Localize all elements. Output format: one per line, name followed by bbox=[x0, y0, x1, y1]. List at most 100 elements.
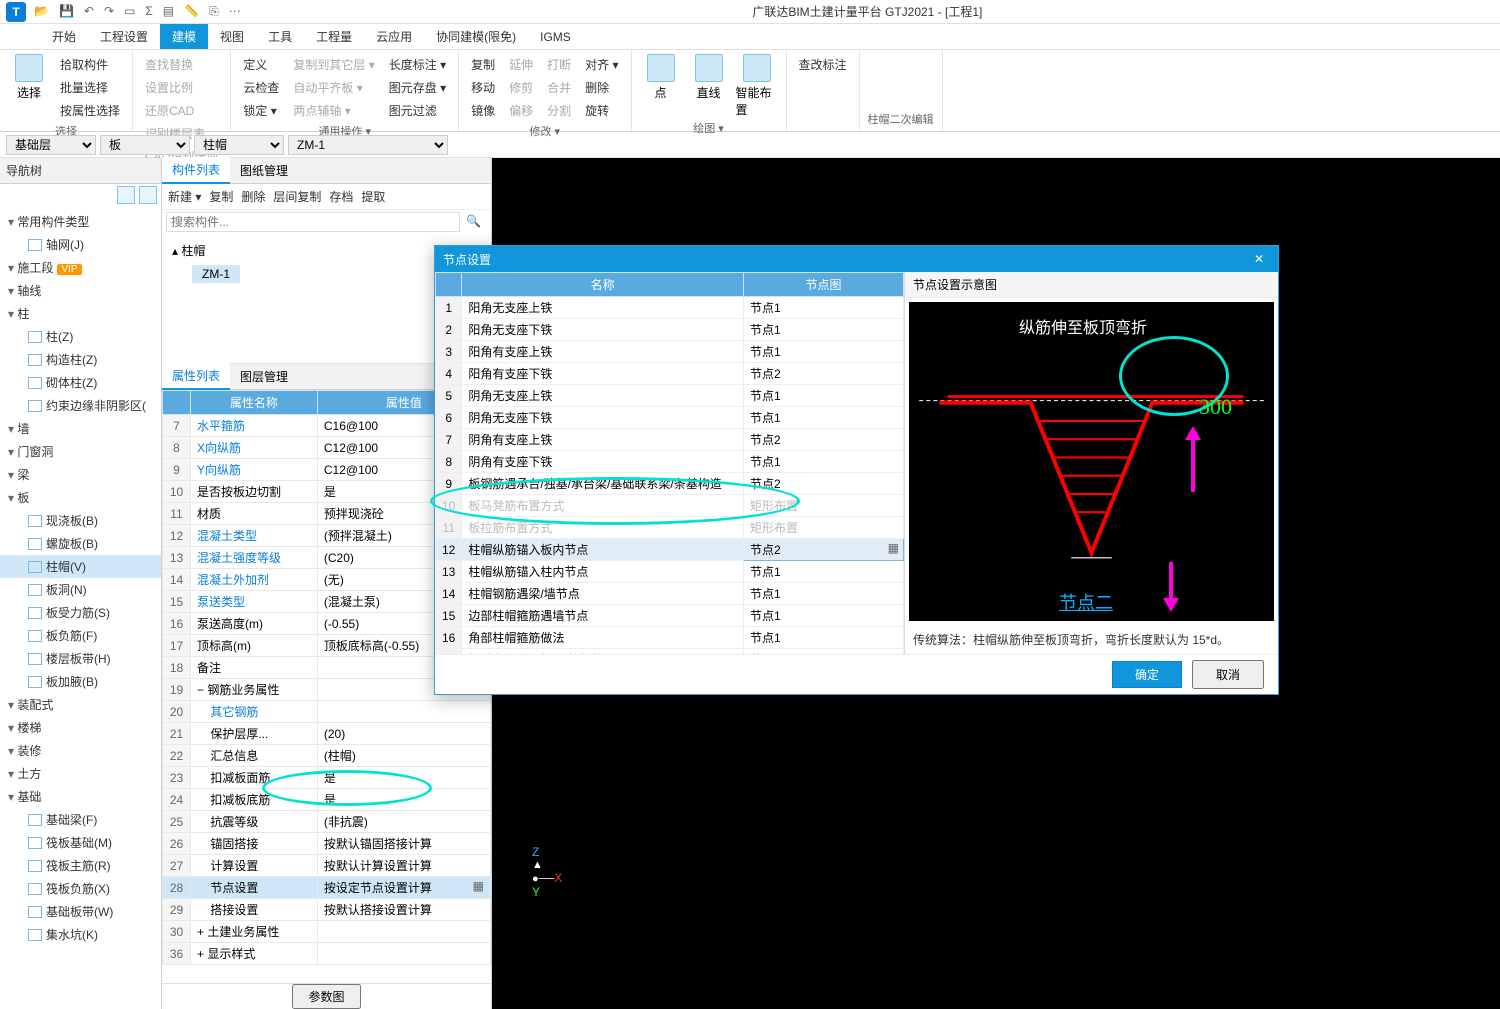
menu-tab-2[interactable]: 建模 bbox=[160, 24, 208, 49]
category-combo[interactable]: 板 bbox=[100, 135, 190, 155]
ribbon-item[interactable]: 批量选择 bbox=[56, 77, 124, 98]
qat-sum-icon[interactable]: Σ bbox=[145, 4, 152, 19]
prop-tab[interactable]: 图层管理 bbox=[230, 364, 298, 389]
qat-region-icon[interactable]: ▭ bbox=[124, 4, 135, 19]
prop-row[interactable]: 28 节点设置按设定节点设置计算 ▦ bbox=[163, 877, 491, 899]
nav-item[interactable]: 板加腋(B) bbox=[0, 670, 161, 693]
menu-tab-0[interactable]: 开始 bbox=[40, 24, 88, 49]
nav-category[interactable]: 柱 bbox=[0, 302, 161, 325]
nav-item[interactable]: 柱帽(V) bbox=[0, 555, 161, 578]
ribbon-item[interactable]: 图元存盘 ▾ bbox=[385, 77, 450, 98]
qat-save-icon[interactable]: 💾 bbox=[59, 4, 74, 19]
nav-item[interactable]: 螺旋板(B) bbox=[0, 532, 161, 555]
ribbon-item[interactable]: 定义 bbox=[239, 54, 283, 75]
nav-item[interactable]: 筏板负筋(X) bbox=[0, 877, 161, 900]
complist-tab[interactable]: 图纸管理 bbox=[230, 158, 298, 183]
nav-item[interactable]: 集水坑(K) bbox=[0, 923, 161, 946]
complist-tool[interactable]: 存档 bbox=[329, 188, 353, 205]
node-row[interactable]: 1阳角无支座上铁节点1 bbox=[436, 297, 904, 319]
nav-category[interactable]: 装配式 bbox=[0, 693, 161, 716]
nav-item[interactable]: 板洞(N) bbox=[0, 578, 161, 601]
nav-item[interactable]: 砌体柱(Z) bbox=[0, 371, 161, 394]
node-row[interactable]: 7阴角有支座上铁节点2 bbox=[436, 429, 904, 451]
ribbon-item[interactable]: 查找替换 bbox=[141, 54, 222, 75]
component-search[interactable] bbox=[166, 212, 460, 232]
nav-category[interactable]: 楼梯 bbox=[0, 716, 161, 739]
nav-item[interactable]: 约束边缘非阴影区( bbox=[0, 394, 161, 417]
component-tree-item[interactable]: ZM-1 bbox=[192, 265, 240, 283]
nav-category[interactable]: 门窗洞 bbox=[0, 440, 161, 463]
node-row[interactable]: 9板钢筋遇承台/独基/承台梁/基础联系梁/条基构造节点2 bbox=[436, 473, 904, 495]
prop-row[interactable]: 27 计算设置按默认计算设置计算 bbox=[163, 855, 491, 877]
node-row[interactable]: 3阳角有支座上铁节点1 bbox=[436, 341, 904, 363]
node-row[interactable]: 4阳角有支座下铁节点2 bbox=[436, 363, 904, 385]
ribbon-draw-item[interactable]: 智能布置 bbox=[736, 54, 778, 118]
node-row[interactable]: 11板拉筋布置方式矩形布置 bbox=[436, 517, 904, 539]
ribbon-item[interactable]: 按属性选择 bbox=[56, 100, 124, 121]
node-row[interactable]: 2阳角无支座下铁节点1 bbox=[436, 319, 904, 341]
node-row[interactable]: 6阴角无支座下铁节点1 bbox=[436, 407, 904, 429]
node-row[interactable]: 8阴角有支座下铁节点1 bbox=[436, 451, 904, 473]
ribbon-item[interactable]: 锁定 ▾ bbox=[239, 100, 283, 121]
ribbon-item[interactable]: 两点辅轴 ▾ bbox=[289, 100, 378, 121]
nav-category[interactable]: 轴线 bbox=[0, 279, 161, 302]
subcategory-combo[interactable]: 柱帽 bbox=[194, 135, 284, 155]
ribbon-item[interactable]: 自动平齐板 ▾ bbox=[289, 77, 378, 98]
ribbon-item[interactable]: 云检查 bbox=[239, 77, 283, 98]
nav-category[interactable]: 土方 bbox=[0, 762, 161, 785]
prop-row[interactable]: 29 搭接设置按默认搭接设置计算 bbox=[163, 899, 491, 921]
ribbon-item[interactable]: 分割 bbox=[543, 100, 575, 121]
ribbon-item[interactable]: 删除 bbox=[581, 77, 622, 98]
qat-ruler-icon[interactable]: 📏 bbox=[184, 4, 199, 19]
nav-category[interactable]: 基础 bbox=[0, 785, 161, 808]
nav-category[interactable]: 墙 bbox=[0, 417, 161, 440]
check-annotation[interactable]: 查改标注 bbox=[795, 54, 851, 75]
ribbon-item[interactable]: 图元过滤 bbox=[385, 100, 450, 121]
nav-category[interactable]: 板 bbox=[0, 486, 161, 509]
node-row[interactable]: 16角部柱帽箍筋做法节点1 bbox=[436, 627, 904, 649]
nav-item[interactable]: 柱(Z) bbox=[0, 325, 161, 348]
ribbon-item[interactable]: 旋转 bbox=[581, 100, 622, 121]
qat-redo-icon[interactable]: ↷ bbox=[104, 4, 114, 19]
qat-undo-icon[interactable]: ↶ bbox=[84, 4, 94, 19]
ribbon-item[interactable]: 偏移 bbox=[505, 100, 537, 121]
menu-tab-1[interactable]: 工程设置 bbox=[88, 24, 160, 49]
dialog-close-icon[interactable]: ✕ bbox=[1248, 252, 1270, 266]
nav-item[interactable]: 轴网(J) bbox=[0, 233, 161, 256]
ribbon-item[interactable]: 延伸 bbox=[505, 54, 537, 75]
nav-item[interactable]: 楼层板带(H) bbox=[0, 647, 161, 670]
complist-tool[interactable]: 删除 bbox=[241, 188, 265, 205]
node-row[interactable]: 13柱帽纵筋锚入柱内节点节点1 bbox=[436, 561, 904, 583]
node-row[interactable]: 14柱帽钢筋遇梁/墙节点节点1 bbox=[436, 583, 904, 605]
component-combo[interactable]: ZM-1 bbox=[288, 135, 448, 155]
menu-tab-5[interactable]: 工程量 bbox=[304, 24, 364, 49]
prop-row[interactable]: 21 保护层厚...(20) bbox=[163, 723, 491, 745]
prop-row[interactable]: 23 扣减板面筋是 bbox=[163, 767, 491, 789]
node-row[interactable]: 15边部柱帽箍筋遇墙节点节点1 bbox=[436, 605, 904, 627]
nav-item[interactable]: 筏板基础(M) bbox=[0, 831, 161, 854]
ribbon-draw-item[interactable]: 点 bbox=[640, 54, 682, 101]
ribbon-item[interactable]: 合并 bbox=[543, 77, 575, 98]
select-button[interactable]: 选择 bbox=[8, 54, 50, 101]
qat-copy-icon[interactable]: ⎘ bbox=[209, 4, 219, 19]
node-row[interactable]: 10板马凳筋布置方式矩形布置 bbox=[436, 495, 904, 517]
nav-item[interactable]: 基础板带(W) bbox=[0, 900, 161, 923]
complist-tab[interactable]: 构件列表 bbox=[162, 157, 230, 184]
prop-row[interactable]: 26 锚固搭接按默认锚固搭接计算 bbox=[163, 833, 491, 855]
complist-tool[interactable]: 层间复制 bbox=[273, 188, 321, 205]
ribbon-item[interactable]: 修剪 bbox=[505, 77, 537, 98]
search-icon[interactable]: 🔍 bbox=[460, 212, 487, 232]
menu-tab-8[interactable]: IGMS bbox=[528, 26, 583, 48]
nav-view1-icon[interactable] bbox=[117, 186, 135, 204]
qat-open-icon[interactable]: 📂 bbox=[34, 4, 49, 19]
menu-tab-7[interactable]: 协同建模(限免) bbox=[424, 24, 528, 49]
param-diagram-button[interactable]: 参数图 bbox=[292, 984, 360, 1009]
ribbon-item[interactable]: 复制 bbox=[467, 54, 499, 75]
cancel-button[interactable]: 取消 bbox=[1192, 660, 1264, 689]
nav-item[interactable]: 现浇板(B) bbox=[0, 509, 161, 532]
nav-category[interactable]: 装修 bbox=[0, 739, 161, 762]
prop-row[interactable]: 24 扣减板底筋是 bbox=[163, 789, 491, 811]
node-row[interactable]: 12柱帽纵筋锚入板内节点节点2 bbox=[436, 539, 904, 561]
ribbon-item[interactable]: 镜像 bbox=[467, 100, 499, 121]
ok-button[interactable]: 确定 bbox=[1112, 661, 1182, 688]
